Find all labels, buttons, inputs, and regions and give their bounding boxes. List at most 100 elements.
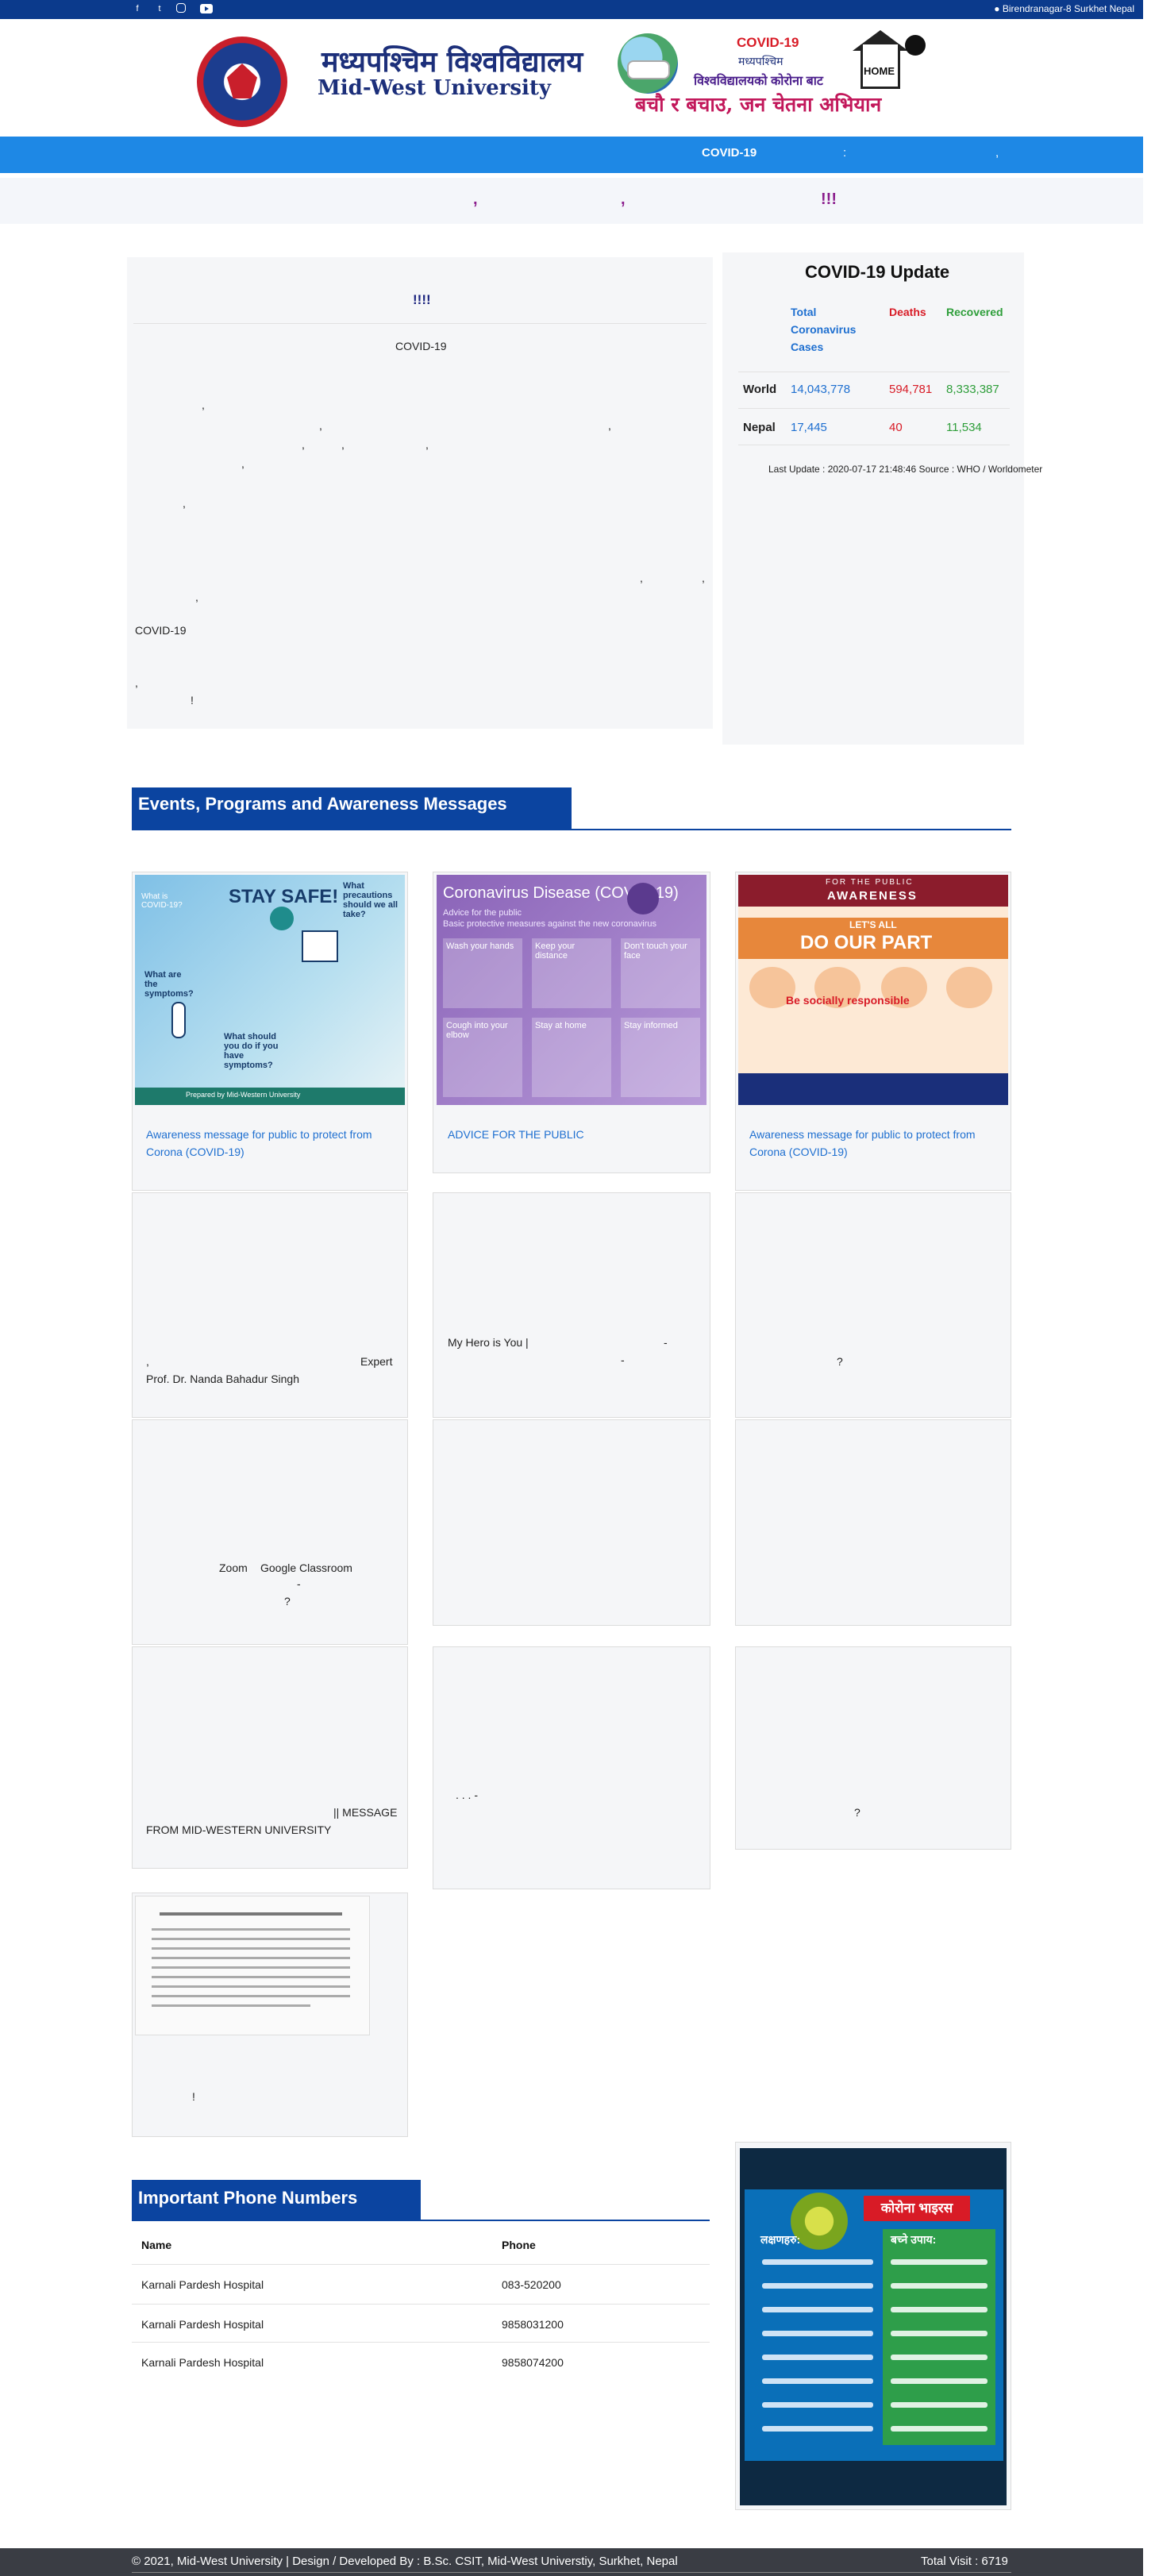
nepal-total: 17,445 <box>791 421 827 434</box>
instagram-icon[interactable] <box>176 3 186 13</box>
event-card-text: Expert <box>360 1355 393 1368</box>
marquee-part: !!! <box>821 191 837 208</box>
notice-text: , <box>341 438 345 451</box>
world-deaths: 594,781 <box>889 383 933 396</box>
advice-cell-label: Don't touch your face <box>624 941 687 961</box>
poster-credit: Prepared by Mid-Western University <box>186 1091 301 1099</box>
event-card-text: || MESSAGE <box>333 1806 398 1819</box>
table-cell-phone[interactable]: 9858031200 <box>502 2318 564 2331</box>
address-label: Birendranagar-8 Surkhet Nepal <box>1002 3 1134 14</box>
column-header-name: Name <box>141 2239 172 2251</box>
event-card-text[interactable]: FROM MID-WESTERN UNIVERSITY <box>146 1821 331 1839</box>
poster-right-title: बच्ने उपाय: <box>891 2233 937 2246</box>
event-card-text: ? <box>837 1355 843 1368</box>
character-icon <box>946 967 992 1008</box>
event-card[interactable] <box>433 1646 710 1889</box>
world-recovered: 8,333,387 <box>946 383 999 396</box>
news-marquee <box>0 178 1143 224</box>
notice-text: , <box>640 572 643 584</box>
virus-icon <box>627 883 659 914</box>
banner-covid-label: COVID-19 <box>702 146 757 160</box>
nepal-recovered: 11,534 <box>946 421 982 434</box>
event-card-text[interactable]: Prof. Dr. Nanda Bahadur Singh <box>146 1370 299 1388</box>
covid-banner-title: COVID-19 <box>737 35 799 50</box>
header-deaths: Deaths <box>889 306 926 318</box>
poster-text: What should you do if you have symptoms? <box>224 1032 279 1070</box>
event-card-text: , <box>146 1355 149 1368</box>
divider <box>133 323 706 324</box>
covid-slogan: बचौ र बचाउ, जन चेतना अभियान <box>635 93 882 116</box>
region-world: World <box>743 383 777 396</box>
notice-text: , <box>195 591 198 603</box>
mask-icon <box>627 60 670 79</box>
table-cell-name: Karnali Pardesh Hospital <box>141 2356 264 2369</box>
event-card-text: Google Classroom <box>260 1561 352 1574</box>
notice-text: , <box>183 497 186 510</box>
marquee-part: , <box>621 191 626 208</box>
event-card[interactable] <box>433 1192 710 1418</box>
covid-update-panel <box>722 252 1024 745</box>
event-card[interactable] <box>433 1419 710 1626</box>
event-card[interactable] <box>735 1192 1011 1418</box>
stay-safe-poster[interactable]: STAY SAFE! What is COVID-19? What precau… <box>135 875 405 1105</box>
banner-comma: , <box>995 146 999 160</box>
event-card[interactable] <box>132 1419 408 1645</box>
notice-text: , <box>608 419 611 432</box>
event-card-title[interactable]: Awareness message for public to protect … <box>146 1126 384 1161</box>
divider <box>132 2304 710 2305</box>
poster-text: Be socially responsible <box>786 994 910 1007</box>
advice-cell-label: Stay informed <box>624 1021 678 1030</box>
footer-copyright: © 2021, Mid-West University | Design / D… <box>132 2555 678 2568</box>
university-name-english: Mid-West University <box>318 76 551 100</box>
table-cell-phone[interactable]: 083-520200 <box>502 2278 561 2291</box>
twitter-icon[interactable]: t <box>154 3 165 14</box>
coronavirus-advice-poster[interactable]: Coronavirus Disease (COVID-19) Advice fo… <box>437 875 706 1105</box>
notice-subtitle: COVID-19 <box>395 340 447 352</box>
official-letter-thumbnail[interactable] <box>135 1896 370 2035</box>
table-cell-phone[interactable]: 9858074200 <box>502 2356 564 2369</box>
event-card-text: - <box>664 1336 668 1349</box>
event-card-text: ? <box>284 1595 291 1608</box>
covid-banner-line1: मध्यपश्चिम <box>738 55 783 67</box>
event-card[interactable] <box>735 1646 1011 1850</box>
notice-text: ! <box>191 694 194 707</box>
home-label: HOME <box>864 65 895 77</box>
region-nepal: Nepal <box>743 421 776 434</box>
notice-text: , <box>319 419 322 432</box>
world-total: 14,043,778 <box>791 383 851 396</box>
youtube-icon[interactable] <box>200 4 213 13</box>
covid-update-title: COVID-19 Update <box>805 262 950 282</box>
notice-text: , <box>302 438 305 451</box>
phones-heading: Important Phone Numbers <box>138 2188 358 2208</box>
event-card-text: Zoom <box>219 1561 248 1574</box>
announcement-banner <box>0 137 1143 173</box>
event-card-title[interactable]: ADVICE FOR THE PUBLIC <box>448 1126 584 1143</box>
facebook-icon[interactable]: f <box>132 3 143 14</box>
advice-cell-label: Keep your distance <box>535 941 576 961</box>
university-logo[interactable] <box>197 37 287 127</box>
notice-title: !!!! <box>413 292 431 307</box>
poster-heading: STAY SAFE! <box>229 886 339 907</box>
events-heading: Events, Programs and Awareness Messages <box>138 794 507 814</box>
last-update-text: Last Update : 2020-07-17 21:48:46 Source… <box>768 464 1043 475</box>
notice-panel <box>127 257 713 729</box>
event-card-text[interactable]: My Hero is You | <box>448 1334 529 1351</box>
visit-counter: Total Visit : 6719 <box>921 2555 1008 2568</box>
poster-left-title: लक्षणहरु: <box>760 2233 801 2246</box>
covid-banner-line2: विश्वविद्यालयको कोरोना बाट <box>694 75 823 88</box>
nepal-deaths: 40 <box>889 421 903 434</box>
divider <box>132 2220 710 2221</box>
notice-text: , <box>135 676 138 689</box>
header-total-cases: Total Coronavirus Cases <box>791 306 857 353</box>
poster-text: Advice for the public <box>443 908 522 918</box>
divider <box>132 2572 1011 2573</box>
address-text: ● Birendranagar-8 Surkhet Nepal <box>994 3 1134 14</box>
do-our-part-poster[interactable]: FOR THE PUBLIC AWARENESS LET'S ALL DO OU… <box>738 875 1008 1105</box>
event-card[interactable] <box>735 1419 1011 1626</box>
column-header-phone: Phone <box>502 2239 536 2251</box>
advice-cell-label: Cough into your elbow <box>446 1021 508 1040</box>
notice-text: , <box>702 572 705 584</box>
event-card-title[interactable]: Awareness message for public to protect … <box>749 1126 988 1161</box>
event-card-text: ! <box>192 2090 195 2103</box>
divider <box>738 408 1010 409</box>
